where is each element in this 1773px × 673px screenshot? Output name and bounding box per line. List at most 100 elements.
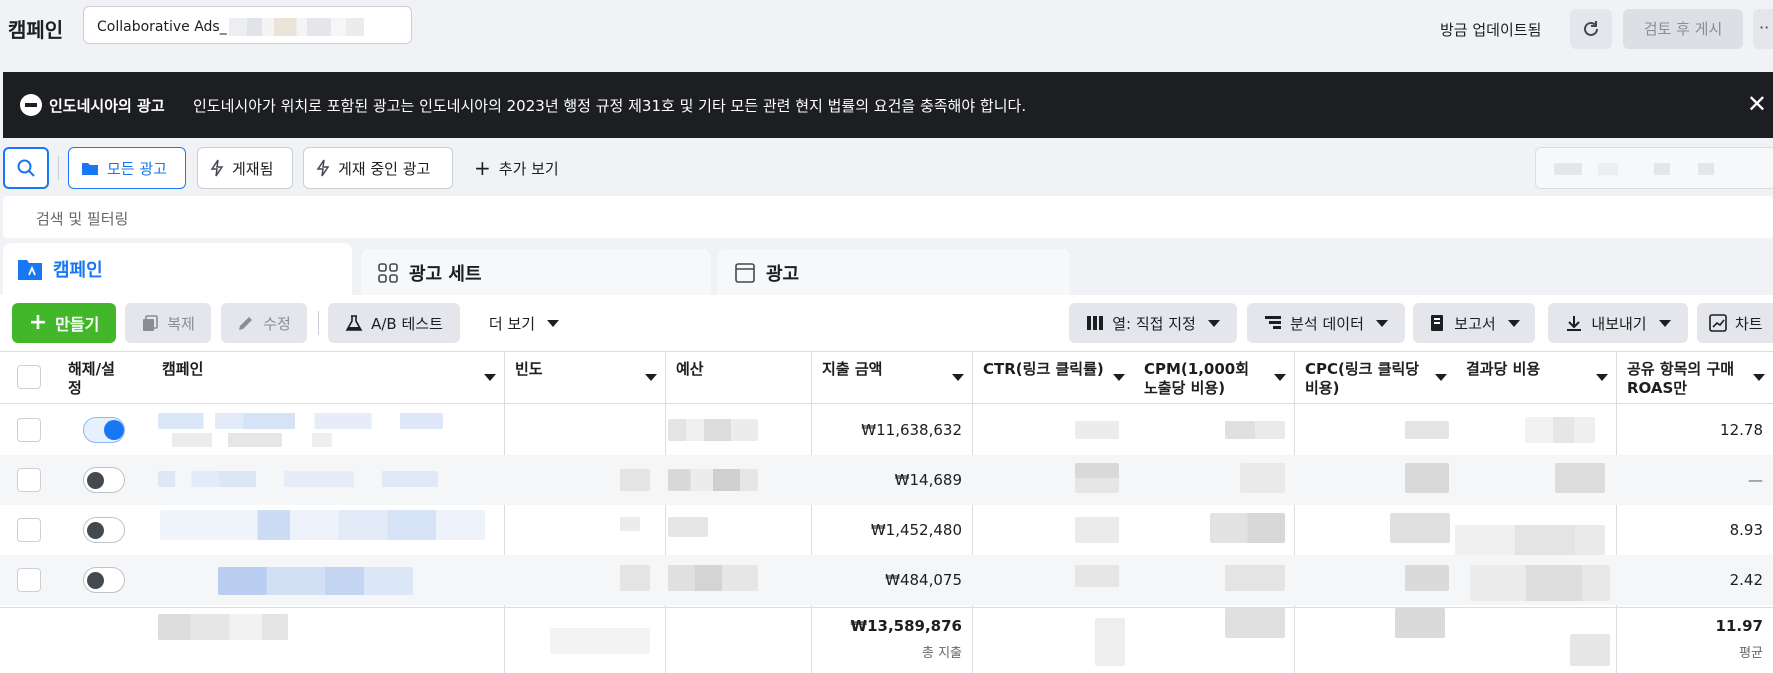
divider [318, 311, 319, 335]
redacted-campaign-name [158, 413, 443, 429]
breakdown-dropdown[interactable]: 분석 데이터 [1247, 303, 1405, 343]
divider [58, 156, 59, 180]
filter-bar: 모든 광고 게재됨 게재 중인 광고 + 추가 보기 [0, 144, 1773, 194]
duplicate-button[interactable]: 복제 [125, 303, 211, 343]
table-row[interactable]: ₩484,075 2.42 [0, 555, 1773, 605]
search-icon [17, 159, 35, 177]
select-all-checkbox[interactable] [17, 365, 41, 389]
plus-icon: + [474, 156, 491, 180]
redacted-cost-per-result [1525, 417, 1595, 443]
date-range-picker[interactable] [1535, 147, 1773, 189]
ab-test-button[interactable]: A/B 테스트 [328, 303, 460, 343]
column-header-cost-per-result[interactable]: 결과당 비용 [1456, 352, 1616, 404]
redacted-cpc [1390, 513, 1450, 543]
campaign-selector-value: Collaborative Ads_ [97, 19, 227, 35]
refresh-icon [1584, 21, 1598, 36]
more-views-button[interactable]: + 추가 보기 [462, 147, 572, 189]
table-row[interactable]: ₩1,452,480 8.93 [0, 505, 1773, 555]
tab-all-ads[interactable]: 모든 광고 [68, 147, 186, 189]
tab-campaigns[interactable]: 캠페인 [3, 243, 352, 295]
redacted-campaign-name [158, 471, 438, 487]
column-header-toggle[interactable]: 해제/설정 [58, 352, 138, 404]
redacted-total-ctr [1095, 618, 1125, 666]
ab-test-label: A/B 테스트 [371, 314, 443, 333]
tab-ads[interactable]: 광고 [718, 249, 1070, 297]
redacted-total-frequency [550, 628, 650, 654]
redacted-ctr [1075, 517, 1119, 543]
charts-button[interactable]: 차트 [1697, 303, 1773, 343]
table-row[interactable]: ₩14,689 — [0, 455, 1773, 505]
toggle-knob [87, 522, 104, 539]
column-header-cpc[interactable]: CPC(링크 클릭당 비용) [1295, 352, 1455, 404]
last-updated-text: 방금 업데이트됨 [1440, 21, 1542, 39]
delivery-toggle[interactable] [83, 467, 125, 493]
column-header-ctr[interactable]: CTR(링크 클릭률) [973, 352, 1133, 404]
tab-ad-sets[interactable]: 광고 세트 [361, 249, 711, 297]
chevron-down-icon [645, 374, 657, 381]
redacted-cpm [1240, 463, 1285, 493]
columns-dropdown[interactable]: 열: 직접 지정 [1069, 303, 1237, 343]
plus-icon: + [28, 310, 48, 335]
toggle-knob [104, 420, 124, 440]
bolt-icon [316, 159, 330, 177]
row-checkbox[interactable] [17, 418, 41, 442]
column-header-roas[interactable]: 공유 항목의 구매 ROAS만 [1617, 352, 1773, 404]
close-icon[interactable]: ✕ [1747, 90, 1767, 118]
redacted-campaign-sub [172, 433, 372, 447]
campaign-folder-icon [18, 260, 42, 280]
more-view-dropdown[interactable]: 더 보기 [474, 303, 574, 343]
more-views-label: 추가 보기 [498, 159, 559, 178]
tab-delivered[interactable]: 게재됨 [197, 147, 293, 189]
create-button[interactable]: + 만들기 [12, 303, 116, 343]
reports-dropdown[interactable]: 보고서 [1413, 303, 1535, 343]
redacted-cost-per-result [1455, 525, 1605, 555]
tab-ads-label: 광고 [766, 264, 800, 285]
redacted-ctr [1075, 565, 1119, 587]
redacted-cpm [1225, 421, 1285, 439]
column-header-spend[interactable]: 지출 금액 [812, 352, 972, 404]
refresh-button[interactable] [1570, 9, 1612, 49]
flask-icon [345, 315, 363, 331]
row-checkbox[interactable] [17, 518, 41, 542]
chevron-down-icon [1658, 319, 1671, 327]
redacted-frequency [620, 469, 650, 491]
review-publish-button[interactable]: 검토 후 게시 [1623, 9, 1743, 49]
column-header-campaign-label: 캠페인 [162, 360, 204, 378]
row-checkbox[interactable] [17, 468, 41, 492]
campaign-selector[interactable]: Collaborative Ads_ [83, 6, 412, 44]
search-input[interactable]: 검색 및 필터링 [3, 196, 1773, 238]
spend-cell: ₩484,075 [885, 571, 962, 589]
column-header-frequency[interactable]: 빈도 [505, 352, 665, 404]
column-header-cpc-label: CPC(링크 클릭당 비용) [1305, 360, 1420, 397]
export-dropdown[interactable]: 내보내기 [1548, 303, 1688, 343]
more-options-button[interactable]: ·· [1753, 9, 1773, 49]
search-button[interactable] [3, 147, 49, 189]
tab-all-ads-label: 모든 광고 [107, 159, 167, 178]
redacted-budget [668, 565, 758, 591]
table-row[interactable]: ₩11,638,632 12.78 [0, 405, 1773, 455]
chevron-down-icon [1435, 374, 1447, 381]
column-header-campaign[interactable]: 캠페인 [152, 352, 504, 404]
export-label: 내보내기 [1591, 314, 1647, 333]
redacted-cost-per-result [1470, 565, 1610, 601]
delivery-toggle[interactable] [83, 567, 125, 593]
table-header: 해제/설정 캠페인 빈도 예산 지출 금액 CTR(링크 클릭률) CPM(1,… [0, 351, 1773, 404]
campaigns-table: 해제/설정 캠페인 빈도 예산 지출 금액 CTR(링크 클릭률) CPM(1,… [0, 351, 1773, 673]
delivery-toggle[interactable] [83, 417, 125, 443]
edit-label: 수정 [263, 314, 291, 333]
tab-active-ads[interactable]: 게재 중인 광고 [303, 147, 453, 189]
totals-row: ₩13,589,876 총 지출 11.97 평균 [0, 607, 1773, 673]
delivery-toggle[interactable] [83, 517, 125, 543]
column-header-cpm[interactable]: CPM(1,000회 노출당 비용) [1134, 352, 1294, 404]
grid-icon [378, 263, 398, 283]
edit-button[interactable]: 수정 [221, 303, 307, 343]
row-checkbox[interactable] [17, 568, 41, 592]
column-header-budget[interactable]: 예산 [666, 352, 811, 404]
total-spend: ₩13,589,876 [850, 617, 962, 635]
redacted-campaign-name [160, 510, 485, 540]
redacted-cpc [1405, 463, 1449, 493]
table-toolbar: + 만들기 복제 수정 A/B 테스트 더 보기 열: 직접 지정 분석 데이터… [0, 295, 1773, 351]
charts-label: 차트 [1735, 314, 1763, 333]
reports-label: 보고서 [1454, 314, 1496, 333]
roas-cell: 8.93 [1729, 521, 1763, 539]
